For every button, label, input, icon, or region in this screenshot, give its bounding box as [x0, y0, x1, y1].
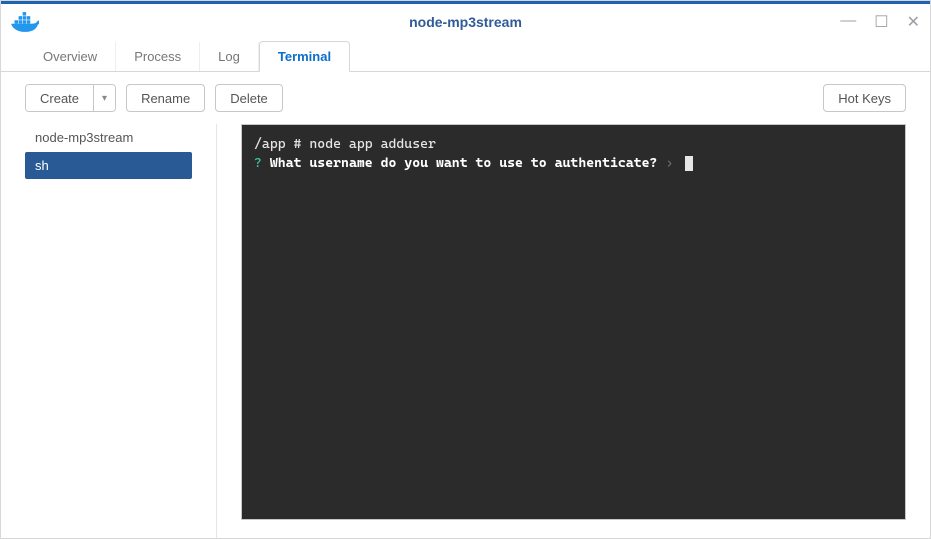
- window-title: node-mp3stream: [1, 14, 930, 30]
- toolbar: Create ▾ Rename Delete Hot Keys: [1, 72, 930, 124]
- maximize-button[interactable]: ☐: [874, 12, 888, 32]
- create-dropdown-caret[interactable]: ▾: [93, 85, 115, 111]
- tab-log[interactable]: Log: [200, 42, 259, 71]
- tab-overview[interactable]: Overview: [25, 42, 116, 71]
- tab-bar: Overview Process Log Terminal: [1, 40, 930, 72]
- tab-process[interactable]: Process: [116, 42, 200, 71]
- delete-button[interactable]: Delete: [215, 84, 283, 112]
- terminal-output[interactable]: /app # node app adduser ? What username …: [241, 124, 906, 520]
- terminal-question-marker: ?: [254, 155, 262, 171]
- minimize-button[interactable]: —: [840, 12, 856, 32]
- rename-button[interactable]: Rename: [126, 84, 205, 112]
- hotkeys-button[interactable]: Hot Keys: [823, 84, 906, 112]
- terminal-question-text: What username do you want to use to auth…: [270, 155, 658, 171]
- sidebar-item-node-mp3stream[interactable]: node-mp3stream: [25, 124, 192, 151]
- create-button[interactable]: Create: [26, 85, 93, 111]
- chevron-down-icon: ▾: [102, 93, 107, 104]
- titlebar: node-mp3stream — ☐ ✕: [1, 1, 930, 40]
- sidebar-item-sh[interactable]: sh: [25, 152, 192, 179]
- terminal-cursor: [685, 156, 693, 171]
- terminal-prompt: /app #: [254, 136, 309, 152]
- create-button-group: Create ▾: [25, 84, 116, 112]
- tab-terminal[interactable]: Terminal: [259, 41, 350, 72]
- terminal-sessions-sidebar: node-mp3stream sh: [1, 124, 217, 538]
- terminal-input-caret: ›: [665, 155, 673, 171]
- docker-logo-icon: [11, 12, 39, 32]
- close-button[interactable]: ✕: [907, 12, 920, 32]
- terminal-command: node app adduser: [309, 136, 436, 152]
